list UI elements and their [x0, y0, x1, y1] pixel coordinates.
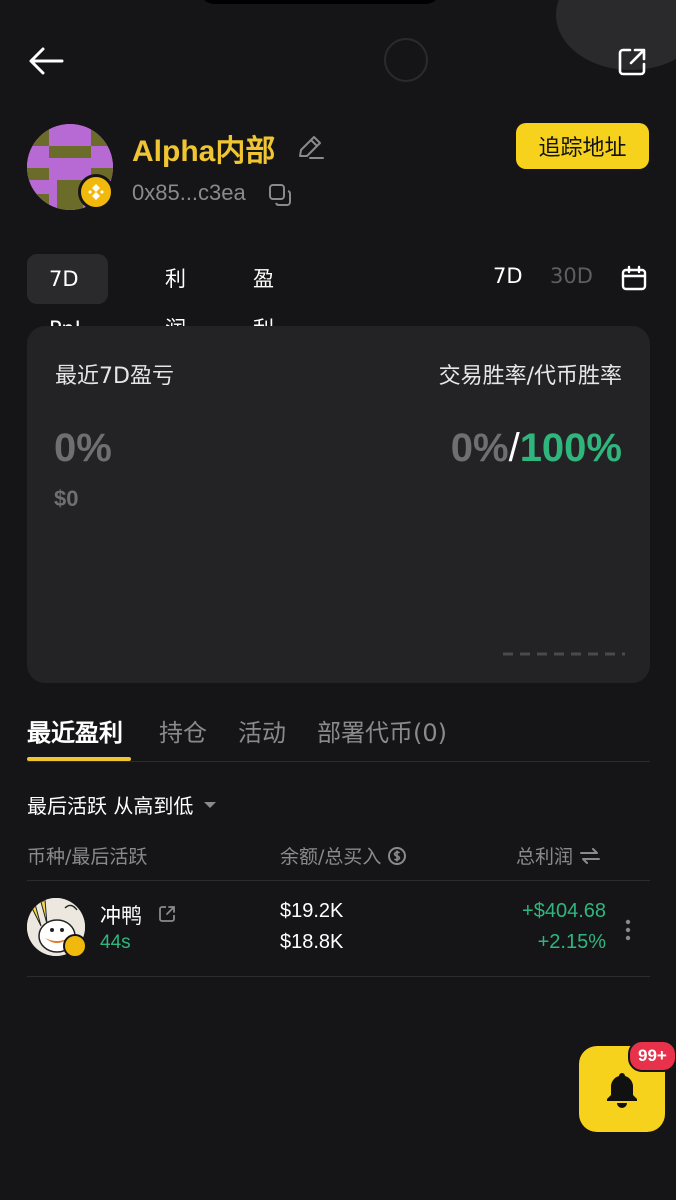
range-30d[interactable]: 30D — [550, 264, 593, 288]
tab-7d-pnl[interactable]: 7D PnL — [27, 254, 109, 341]
bnb-chain-icon — [63, 934, 87, 958]
status-notch — [200, 0, 440, 4]
share-external-icon — [618, 48, 646, 76]
pnl-card: 最近7D盈亏 交易胜率/代币胜率 0% $0 0%/100% — [27, 326, 650, 683]
token-name: 冲鸭 — [100, 904, 142, 928]
pnl-usd: $0 — [54, 486, 79, 511]
total-buy-value: $18.8K — [280, 931, 344, 953]
notification-count-badge: 99+ — [628, 1040, 676, 1072]
balance-value: $19.2K — [280, 900, 344, 922]
range-7d[interactable]: 7D — [493, 264, 523, 288]
table-row[interactable]: 冲鸭 44s $19.2K $18.8K +$404.68 +2.15% — [27, 882, 650, 976]
pnl-title: 最近7D盈亏 — [55, 364, 174, 389]
wallet-name: Alpha内部 — [132, 135, 276, 168]
winrate-title: 交易胜率/代币胜率 — [438, 364, 622, 389]
row-more-button[interactable] — [621, 918, 635, 942]
token-winrate: 100% — [519, 426, 622, 470]
open-token-link-button[interactable] — [157, 904, 177, 924]
bell-icon — [607, 1073, 637, 1108]
list-divider-bottom — [27, 976, 650, 977]
sort-dropdown[interactable]: 最后活跃 从高到低 — [27, 790, 217, 819]
pnl-percent: 0% — [54, 426, 112, 470]
list-tabs: 最近盈利 持仓 活动 部署代币(0) — [27, 713, 650, 762]
pencil-icon — [299, 136, 324, 159]
edit-name-button[interactable] — [295, 132, 325, 162]
last-active: 44s — [100, 932, 131, 953]
copy-address-button[interactable] — [267, 182, 293, 208]
tab-profit[interactable]: 利润 — [165, 254, 186, 341]
sort-label: 最后活跃 从高到低 — [27, 794, 194, 818]
column-header-token: 币种/最后活跃 — [27, 846, 148, 868]
profit-usd: +$404.68 — [522, 900, 606, 922]
winrate-separator: / — [508, 426, 520, 470]
share-button[interactable] — [612, 44, 652, 80]
active-tab-indicator — [27, 757, 131, 761]
list-divider-top — [27, 880, 650, 881]
tab-activity[interactable]: 活动 — [238, 713, 286, 748]
tab-profit-distribution[interactable]: 盈利分布 — [253, 254, 274, 441]
external-link-icon — [159, 906, 175, 922]
currency-toggle-icon[interactable] — [387, 846, 407, 866]
sort-toggle-icon — [580, 847, 601, 864]
more-vertical-icon — [625, 919, 631, 941]
profit-percent: +2.15% — [537, 931, 606, 953]
calendar-icon — [621, 265, 647, 291]
back-button[interactable] — [26, 44, 66, 78]
trade-winrate: 0% — [450, 426, 509, 470]
bnb-chain-icon — [78, 174, 114, 210]
arrow-left-icon — [29, 47, 64, 75]
track-address-button[interactable]: 追踪地址 — [516, 123, 649, 169]
empty-chart-baseline — [503, 652, 625, 656]
caret-down-icon — [204, 801, 217, 808]
winrate-values: 0%/100% — [451, 426, 622, 471]
tab-holdings[interactable]: 持仓 — [159, 713, 207, 748]
column-header-profit[interactable]: 总利润 — [516, 842, 601, 869]
tab-recent-profit[interactable]: 最近盈利 — [27, 713, 123, 748]
column-header-balance[interactable]: 余额/总买入 — [280, 842, 407, 869]
smiley-watermark-icon — [384, 38, 428, 82]
date-picker-button[interactable] — [620, 264, 650, 294]
copy-icon — [269, 184, 291, 206]
wallet-address: 0x85...c3ea — [132, 180, 246, 205]
tab-deployed-tokens[interactable]: 部署代币(0) — [317, 713, 447, 748]
